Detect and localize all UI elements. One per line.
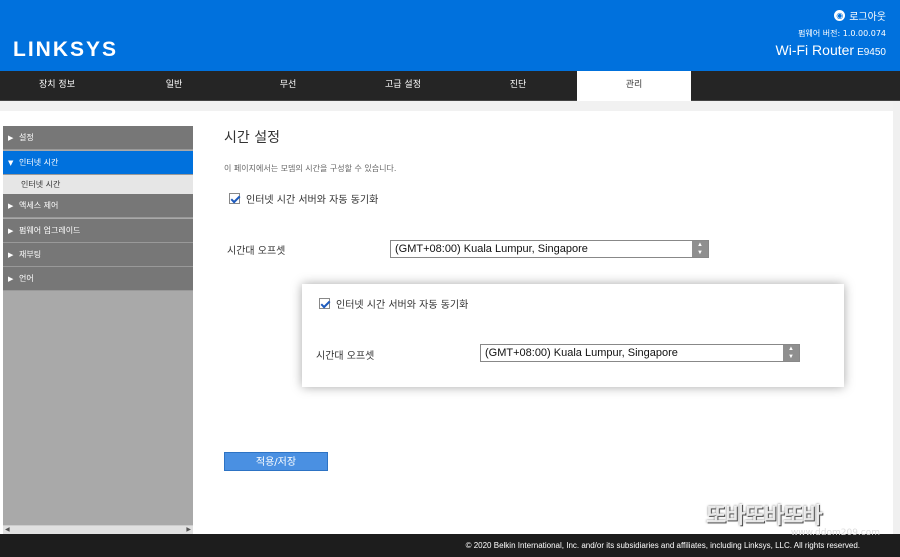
- sidebar-item-label: 언어: [19, 274, 34, 283]
- tab-general[interactable]: 일반: [117, 71, 231, 101]
- tab-diagnostics[interactable]: 진단: [461, 71, 575, 101]
- sidebar-item-label: 재부팅: [19, 250, 42, 259]
- watermark: 또바또바또바 www.ddom209.com: [706, 498, 886, 538]
- zoom-timezone-select[interactable]: (GMT+08:00) Kuala Lumpur, Singapore ▲ ▼: [480, 344, 800, 362]
- logout-label: 로그아웃: [849, 12, 886, 23]
- sidebar-item-label: 액세스 제어: [19, 201, 59, 210]
- auto-sync-row: 인터넷 시간 서버와 자동 동기화: [229, 191, 378, 206]
- sidebar-item-access-control[interactable]: ▶ 액세스 제어: [3, 194, 193, 218]
- caret-right-icon: ▶: [8, 251, 14, 259]
- zoom-auto-sync-row: 인터넷 시간 서버와 자동 동기화: [319, 296, 468, 311]
- auto-sync-label: 인터넷 시간 서버와 자동 동기화: [246, 195, 379, 206]
- zoom-timezone-value: (GMT+08:00) Kuala Lumpur, Singapore: [485, 347, 678, 359]
- watermark-url: www.ddom209.com: [790, 528, 880, 538]
- timezone-value: (GMT+08:00) Kuala Lumpur, Singapore: [395, 243, 588, 255]
- sidebar-horizontal-scrollbar[interactable]: ◀ ▶: [3, 525, 193, 534]
- product-name: Wi-Fi Router E9450: [776, 42, 886, 58]
- scroll-right-icon[interactable]: ▶: [186, 526, 191, 533]
- tab-device-info[interactable]: 장치 정보: [0, 71, 114, 101]
- caret-right-icon: ▶: [8, 202, 14, 210]
- zoom-auto-sync-checkbox[interactable]: [319, 298, 330, 309]
- select-arrows-icon: ▲ ▼: [783, 345, 799, 361]
- sidebar-item-label: 펌웨어 업그레이드: [19, 226, 81, 235]
- apply-save-button[interactable]: 적용/저장: [224, 452, 328, 471]
- sidebar-item-label: 인터넷 시간: [19, 158, 59, 167]
- product-label: Wi-Fi Router: [775, 42, 855, 58]
- timezone-select[interactable]: (GMT+08:00) Kuala Lumpur, Singapore ▲ ▼: [390, 240, 709, 258]
- caret-right-icon: ▶: [8, 275, 14, 283]
- zoom-auto-sync-label: 인터넷 시간 서버와 자동 동기화: [336, 300, 469, 311]
- firmware-version: 펌웨어 버전: 1.0.00.074: [798, 29, 886, 38]
- sidebar-item-firmware-upgrade[interactable]: ▶ 펌웨어 업그레이드: [3, 219, 193, 243]
- copyright-text: © 2020 Belkin International, Inc. and/or…: [465, 541, 860, 550]
- tab-wireless[interactable]: 무선: [231, 71, 345, 101]
- tab-management[interactable]: 관리: [577, 71, 691, 101]
- page-vertical-scrollbar[interactable]: [893, 101, 900, 535]
- sidebar-item-settings[interactable]: ▶ 설정: [3, 126, 193, 150]
- caret-down-icon: ▼: [8, 159, 14, 167]
- watermark-text: 또바또바또바: [706, 504, 822, 529]
- sidebar-item-language[interactable]: ▶ 언어: [3, 267, 193, 291]
- page-title: 시간 설정: [224, 130, 280, 146]
- caret-right-icon: ▶: [8, 227, 14, 235]
- sidebar-item-label: 설정: [19, 133, 34, 142]
- timezone-label: 시간대 오프셋: [227, 246, 286, 257]
- select-arrows-icon: ▲ ▼: [692, 241, 708, 257]
- caret-right-icon: ▶: [8, 134, 14, 142]
- header: LINKSYS ◉ 로그아웃 펌웨어 버전: 1.0.00.074 Wi-Fi …: [0, 0, 900, 71]
- sidebar-subitem-internet-time[interactable]: 인터넷 시간: [3, 175, 193, 194]
- logout-link[interactable]: ◉ 로그아웃: [834, 8, 886, 23]
- sidebar-item-reboot[interactable]: ▶ 재부팅: [3, 243, 193, 267]
- main-nav: 장치 정보 일반 무선 고급 설정 진단 관리: [0, 71, 900, 101]
- zoom-timezone-label: 시간대 오프셋: [316, 351, 375, 362]
- nav-subbar: [0, 101, 900, 111]
- page-description: 이 페이지에서는 모뎀의 시간을 구성할 수 있습니다.: [224, 164, 397, 173]
- tab-advanced[interactable]: 고급 설정: [346, 71, 460, 101]
- linksys-logo[interactable]: LINKSYS: [13, 38, 118, 62]
- zoom-callout: 인터넷 시간 서버와 자동 동기화 시간대 오프셋 (GMT+08:00) Ku…: [302, 284, 844, 387]
- model-number: E9450: [857, 47, 886, 58]
- auto-sync-checkbox[interactable]: [229, 193, 240, 204]
- lock-icon: ◉: [834, 10, 846, 21]
- scroll-left-icon[interactable]: ◀: [5, 526, 10, 533]
- sidebar: ▶ 설정 ▼ 인터넷 시간 인터넷 시간 ▶ 액세스 제어 ▶ 펌웨어 업그레이…: [3, 126, 193, 534]
- sidebar-item-internet-time[interactable]: ▼ 인터넷 시간: [3, 151, 193, 175]
